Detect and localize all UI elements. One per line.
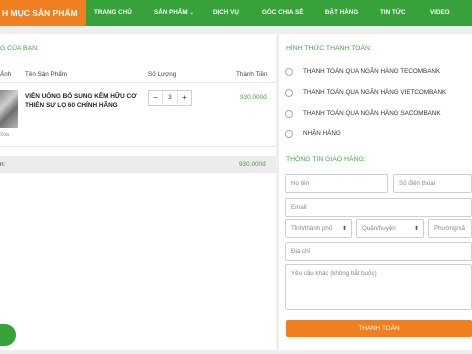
payment-option-label: THANH TOÁN QUA NGÂN HÀNG VIETCOMBANK: [303, 89, 447, 96]
cart-title: G CỦA BẠN:: [0, 45, 39, 52]
district-select[interactable]: Quận/huyện ⬍: [356, 219, 424, 238]
ward-value: Phường/xã: [434, 225, 465, 232]
nav-home[interactable]: TRANG CHỦ: [94, 0, 132, 26]
nav-sharing[interactable]: GÓC CHIA SẺ: [262, 0, 303, 26]
col-header-name: Tên Sản Phẩm: [25, 71, 68, 78]
quantity-input[interactable]: 3: [162, 91, 178, 105]
select-arrow-icon: ⬍: [413, 226, 419, 232]
note-textarea[interactable]: Yêu cầu khác (không bắt buộc): [285, 264, 472, 310]
radio-button[interactable]: [285, 110, 293, 118]
total-label: n:: [0, 161, 6, 168]
col-header-qty: Số Lượng: [148, 71, 177, 78]
nav-services[interactable]: DỊCH VỤ: [213, 0, 239, 26]
address-placeholder: Địa chỉ: [291, 248, 310, 255]
radio-button[interactable]: [285, 89, 293, 97]
col-header-price: Thành Tiền: [236, 71, 268, 78]
chevron-down-icon: ⌄: [189, 10, 194, 16]
radio-button[interactable]: [285, 68, 293, 76]
checkout-button[interactable]: THANH TOÁN: [286, 320, 472, 337]
address-field[interactable]: Địa chỉ: [285, 242, 472, 261]
phone-placeholder: Số điện thoại: [399, 180, 436, 187]
select-arrow-icon: ⬍: [341, 226, 347, 232]
radio-button[interactable]: [285, 130, 293, 138]
payment-option-label: NHẬN HÀNG: [303, 130, 341, 137]
total-value: 930.000đ: [239, 161, 266, 168]
remove-item-link[interactable]: Xóa: [0, 132, 9, 138]
product-name[interactable]: VIÊN UỐNG BỔ SUNG KẼM HỮU CƠ THIÊN SƯ LỌ…: [25, 92, 143, 110]
note-placeholder: Yêu cầu khác (không bắt buộc): [291, 270, 377, 277]
province-value: Tỉnh/thành phố: [291, 225, 333, 232]
increment-button[interactable]: +: [178, 91, 191, 105]
row-divider: [0, 146, 276, 147]
payment-option-label: THANH TOÁN QUA NGÂN HÀNG TECOMBANK: [303, 68, 441, 75]
email-placeholder: Email: [291, 204, 307, 211]
quantity-stepper: − 3 +: [148, 90, 192, 106]
district-value: Quận/huyện: [362, 225, 396, 232]
category-menu-button[interactable]: H MỤC SẢN PHẨM: [0, 0, 86, 26]
nav-products[interactable]: SẢN PHẨM ⌄: [154, 0, 194, 26]
province-select[interactable]: Tỉnh/thành phố ⬍: [285, 219, 352, 238]
phone-field[interactable]: Số điện thoại: [393, 174, 472, 193]
payment-title: HÌNH THỨC THANH TOÁN:: [286, 45, 372, 52]
ward-select[interactable]: Phường/xã: [428, 219, 472, 238]
nav-news[interactable]: TIN TỨC: [380, 0, 406, 26]
product-thumbnail: [0, 90, 18, 128]
header-divider: [0, 82, 276, 83]
email-field[interactable]: Email: [285, 198, 472, 217]
line-total: 930.000đ: [240, 94, 267, 101]
total-bar: n: 930.000đ: [0, 156, 276, 173]
nav-order[interactable]: ĐẶT HÀNG: [325, 0, 358, 26]
nav-products-label: SẢN PHẨM: [154, 9, 188, 16]
decrement-button[interactable]: −: [149, 91, 162, 105]
fullname-field[interactable]: Họ tên: [285, 174, 388, 193]
fullname-placeholder: Họ tên: [291, 180, 310, 187]
nav-video[interactable]: VIDEO: [430, 0, 450, 26]
payment-option-label: THANH TOÁN QUA NGÂN HÀNG SACOMBANK: [303, 110, 441, 117]
col-header-image: Ảnh: [0, 71, 12, 78]
shipping-title: THÔNG TIN GIAO HÀNG:: [286, 156, 366, 163]
top-nav: H MỤC SẢN PHẨM TRANG CHỦ SẢN PHẨM ⌄ DỊCH …: [0, 0, 472, 26]
